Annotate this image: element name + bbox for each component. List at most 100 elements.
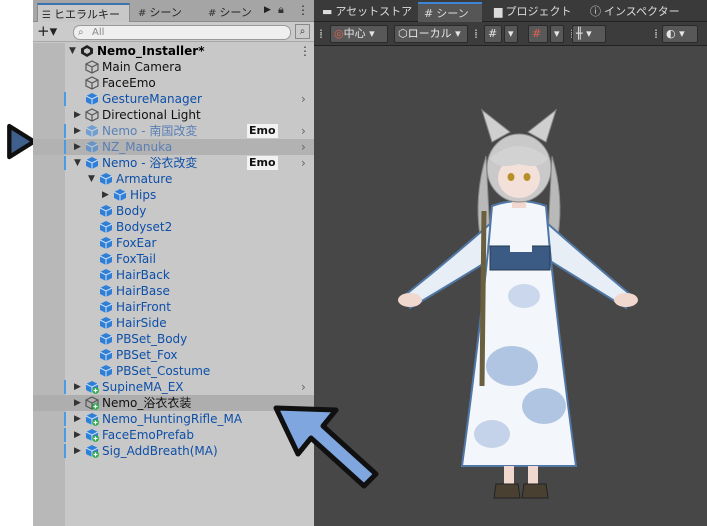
open-prefab-chevron-icon[interactable]: › <box>301 379 306 395</box>
expand-arrow-icon[interactable]: ▶ <box>102 187 112 203</box>
hierarchy-row[interactable]: ▶ SupineMA_EX › <box>33 379 314 395</box>
increment-snap-button[interactable]: # <box>528 25 548 43</box>
tab-scene-view[interactable]: # シーン <box>418 2 482 22</box>
toolbar-separator-icon: ⁞ <box>474 27 478 41</box>
hierarchy-row[interactable]: ▶ Nemo - 南国改変 Emo › <box>33 123 314 139</box>
tab-inspector[interactable]: ⓘ インスペクター <box>584 2 696 22</box>
scene-toolbar: ⁞ ◎中心 ▾ ⬡ローカル ▾ ⁞ # ▾ # ▾ ⁞ ╫ ▾ ⁞ ◐ ▾ <box>314 22 707 46</box>
ruler-dropdown[interactable]: ╫ ▾ <box>572 25 606 43</box>
hierarchy-row[interactable]: GestureManager › <box>33 91 314 107</box>
prefab-added-icon <box>85 445 99 458</box>
open-prefab-chevron-icon[interactable]: › <box>301 91 306 107</box>
tab-scene-1[interactable]: # シーン <box>134 3 200 22</box>
prefab-icon <box>99 205 113 217</box>
row-label: SupineMA_EX <box>102 380 184 394</box>
tab-project-label: プロジェクト <box>505 5 572 18</box>
hierarchy-row[interactable]: HairBase <box>33 283 314 299</box>
chevron-down-icon: ▾ <box>365 27 375 40</box>
prefab-icon <box>99 237 113 249</box>
row-label: PBSet_Fox <box>116 348 178 362</box>
hierarchy-row[interactable]: HairFront <box>33 299 314 315</box>
search-mode-button[interactable]: ⌕ <box>295 24 310 39</box>
tab-scroll-right-icon[interactable]: ▶ <box>264 5 271 15</box>
row-label: Armature <box>116 172 173 186</box>
hierarchy-row[interactable]: HairSide <box>33 315 314 331</box>
add-object-button[interactable]: +▾ <box>37 24 63 40</box>
prefab-icon <box>99 173 113 185</box>
local-space-icon: ⬡ <box>398 27 408 40</box>
open-prefab-chevron-icon[interactable]: › <box>301 139 306 155</box>
pivot-icon: ◎ <box>334 27 344 40</box>
increment-snap-dropdown[interactable]: ▾ <box>550 25 564 43</box>
chevron-down-icon: ▾ <box>451 27 461 40</box>
hierarchy-row[interactable]: ▶ NZ_Manuka › <box>33 139 314 155</box>
hierarchy-row[interactable]: Body <box>33 203 314 219</box>
tab-hierarchy[interactable]: ☰ ヒエラルキー <box>37 3 130 22</box>
tab-project[interactable]: ▆ プロジェクト <box>488 2 580 22</box>
panel-menu-icon[interactable]: ⋮ <box>297 3 309 17</box>
expand-arrow-icon[interactable]: ▶ <box>74 123 84 139</box>
scene-menu-icon[interactable]: ⋮ <box>299 43 311 59</box>
unity-scene-icon <box>81 45 93 57</box>
tab-scene-2[interactable]: # シーン <box>204 3 262 22</box>
row-label: Hips <box>130 188 157 202</box>
row-label: FaceEmo <box>102 76 156 90</box>
collapse-arrow-icon[interactable]: ▼ <box>69 43 79 59</box>
tab-asset-store[interactable]: ▬ アセットストア <box>316 2 416 22</box>
expand-arrow-icon[interactable]: ▶ <box>74 443 84 459</box>
hierarchy-row[interactable]: PBSet_Fox <box>33 347 314 363</box>
prefab-icon <box>113 189 127 201</box>
prefab-override-bar <box>64 444 66 458</box>
tab-asset-store-label: アセットストア <box>335 5 413 18</box>
prefab-added-icon <box>85 429 99 442</box>
row-label: Sig_AddBreath(MA) <box>102 444 218 458</box>
grid-icon: # <box>138 8 147 19</box>
hierarchy-row[interactable]: ▶ Directional Light <box>33 107 314 123</box>
prefab-icon <box>99 269 113 281</box>
hierarchy-row[interactable]: Bodyset2 <box>33 219 314 235</box>
expand-arrow-icon[interactable]: ▶ <box>74 427 84 443</box>
lock-icon[interactable]: 🔒︎ <box>278 3 284 17</box>
search-input[interactable]: ⌕ All <box>73 25 291 40</box>
prefab-icon <box>85 125 99 137</box>
chevron-down-icon: ▾ <box>554 27 560 40</box>
expand-arrow-icon[interactable]: ▶ <box>74 411 84 427</box>
scene-root-row[interactable]: ▼ Nemo_Installer* ⋮ <box>33 43 314 59</box>
expand-arrow-icon[interactable]: ▶ <box>74 395 84 411</box>
hierarchy-row[interactable]: HairBack <box>33 267 314 283</box>
prefab-icon <box>99 221 113 233</box>
collapse-arrow-icon[interactable]: ▼ <box>74 155 84 171</box>
hierarchy-row[interactable]: FaceEmo <box>33 75 314 91</box>
grid-snap-dropdown[interactable]: ▾ <box>504 25 518 43</box>
expand-arrow-icon[interactable]: ▶ <box>74 379 84 395</box>
grid-snap-button[interactable]: # <box>484 25 502 43</box>
space-dropdown[interactable]: ⬡ローカル ▾ <box>394 25 468 43</box>
expand-arrow-icon[interactable]: ▶ <box>74 139 84 155</box>
prefab-icon <box>99 349 113 361</box>
hierarchy-row[interactable]: ▶ Hips <box>33 187 314 203</box>
prefab-override-bar <box>64 412 66 426</box>
hierarchy-row[interactable]: PBSet_Costume <box>33 363 314 379</box>
shading-dropdown[interactable]: ◐ ▾ <box>662 25 698 43</box>
pivot-label: 中心 <box>343 27 366 40</box>
open-prefab-chevron-icon[interactable]: › <box>301 123 306 139</box>
pivot-dropdown[interactable]: ◎中心 ▾ <box>330 25 388 43</box>
prefab-added-icon <box>85 413 99 426</box>
hierarchy-row[interactable]: ▼ Armature <box>33 171 314 187</box>
expand-arrow-icon[interactable]: ▶ <box>74 107 84 123</box>
hierarchy-row[interactable]: FoxEar <box>33 235 314 251</box>
toolbar-grip-icon: ⁞ <box>319 27 323 41</box>
row-label: Nemo_浴衣衣装 <box>102 396 192 410</box>
row-label: Directional Light <box>102 108 201 122</box>
hierarchy-row[interactable]: ▼ Nemo - 浴衣改変 Emo › <box>33 155 314 171</box>
tab-hierarchy-label: ヒエラルキー <box>53 8 120 21</box>
hierarchy-tab-bar: ☰ ヒエラルキー # シーン # シーン ▶ 🔒︎ ⋮ <box>33 0 314 22</box>
open-prefab-chevron-icon[interactable]: › <box>301 155 306 171</box>
collapse-arrow-icon[interactable]: ▼ <box>88 171 98 187</box>
hierarchy-row[interactable]: Main Camera <box>33 59 314 75</box>
prefab-added-icon <box>85 396 99 410</box>
prefab-override-bar <box>64 156 66 170</box>
hierarchy-row[interactable]: PBSet_Body <box>33 331 314 347</box>
row-label: FoxTail <box>116 252 156 266</box>
hierarchy-row[interactable]: FoxTail <box>33 251 314 267</box>
